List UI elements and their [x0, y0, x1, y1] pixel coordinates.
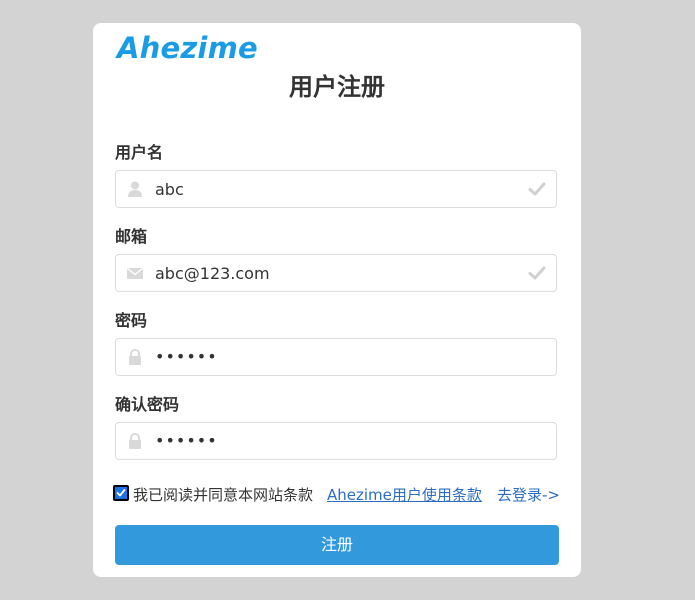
password-field[interactable]: ••••••	[115, 338, 557, 376]
password-value: ••••••	[155, 347, 218, 366]
register-button[interactable]: 注册	[115, 525, 559, 565]
agreement-row: 我已阅读并同意本网站条款 Ahezime用户使用条款 去登录->	[113, 483, 563, 505]
login-link[interactable]: 去登录->	[497, 484, 560, 505]
confirm-password-field[interactable]: ••••••	[115, 422, 557, 460]
register-card: Ahezime 用户注册 用户名 abc 邮箱 abc@123.com 密码 •…	[93, 23, 581, 577]
agreement-text: 我已阅读并同意本网站条款	[133, 486, 314, 504]
email-label: 邮箱	[115, 227, 148, 246]
mail-icon	[126, 264, 144, 282]
user-icon	[126, 180, 144, 198]
username-value: abc	[155, 180, 184, 199]
lock-icon	[126, 432, 144, 450]
email-field[interactable]: abc@123.com	[115, 254, 557, 292]
check-icon	[528, 265, 546, 281]
confirm-password-label: 确认密码	[115, 395, 180, 414]
agree-checkbox[interactable]	[113, 485, 129, 501]
page-title: 用户注册	[289, 73, 385, 101]
check-icon	[528, 181, 546, 197]
username-field[interactable]: abc	[115, 170, 557, 208]
email-value: abc@123.com	[155, 264, 270, 283]
lock-icon	[126, 348, 144, 366]
brand-logo: Ahezime	[117, 31, 258, 65]
confirm-password-value: ••••••	[155, 431, 218, 450]
username-label: 用户名	[115, 143, 164, 162]
terms-link[interactable]: Ahezime用户使用条款	[327, 484, 482, 505]
password-label: 密码	[115, 311, 148, 330]
